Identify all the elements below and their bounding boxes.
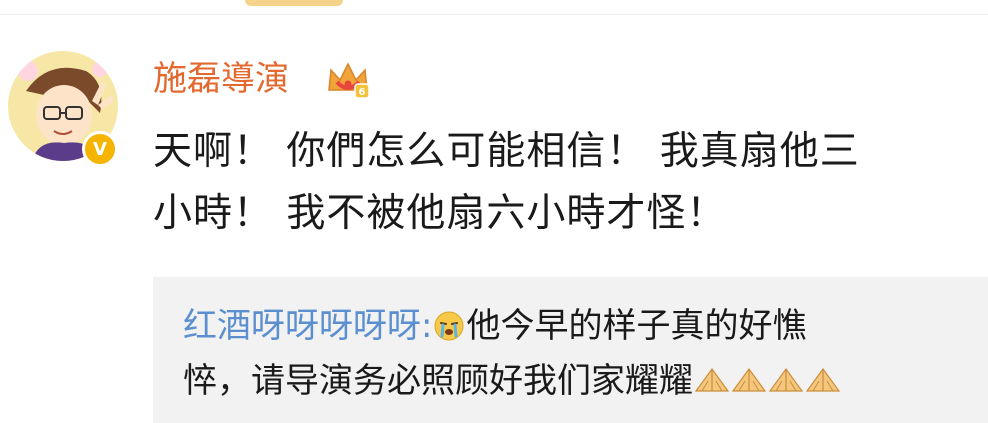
svg-text:6: 6 (359, 87, 366, 98)
top-tab-strip (0, 0, 988, 15)
active-tab-indicator (245, 0, 343, 6)
reply-text: 红酒呀呀呀呀呀: 他今早的样子真的好憔 悴，请导演务必照顾好我们家耀耀 (183, 299, 973, 409)
comment-item: V 施磊導演 6 天啊！ 你們怎么可能相信！ 我真扇他三 小時！ 我不被他扇六小… (0, 15, 988, 423)
reply-author-name[interactable]: 红酒呀呀呀呀呀: (183, 306, 432, 346)
comment-author-name[interactable]: 施磊導演 (153, 57, 289, 101)
verified-badge-icon: V (82, 131, 118, 167)
comment-text-line-2: 小時！ 我不被他扇六小時才怪！ (153, 191, 727, 236)
comment-text-line-1: 天啊！ 你們怎么可能相信！ 我真扇他三 (153, 129, 860, 174)
praying-hands-emoji-icon (768, 357, 804, 392)
reply-box[interactable]: 红酒呀呀呀呀呀: 他今早的样子真的好憔 悴，请导演务必照顾好我们家耀耀 (153, 277, 988, 423)
reply-text-part-1: 他今早的样子真的好憔 (466, 306, 807, 346)
praying-hands-emoji-icon (805, 357, 841, 392)
vip-crown-icon: 6 (325, 60, 371, 100)
crying-emoji-icon (433, 304, 465, 341)
praying-hands-emoji-icon (694, 357, 730, 392)
reply-text-part-2: 悴，请导演务必照顾好我们家耀耀 (183, 361, 693, 401)
comment-text: 天啊！ 你們怎么可能相信！ 我真扇他三 小時！ 我不被他扇六小時才怪！ (153, 121, 985, 245)
praying-hands-emoji-icon (731, 357, 767, 392)
